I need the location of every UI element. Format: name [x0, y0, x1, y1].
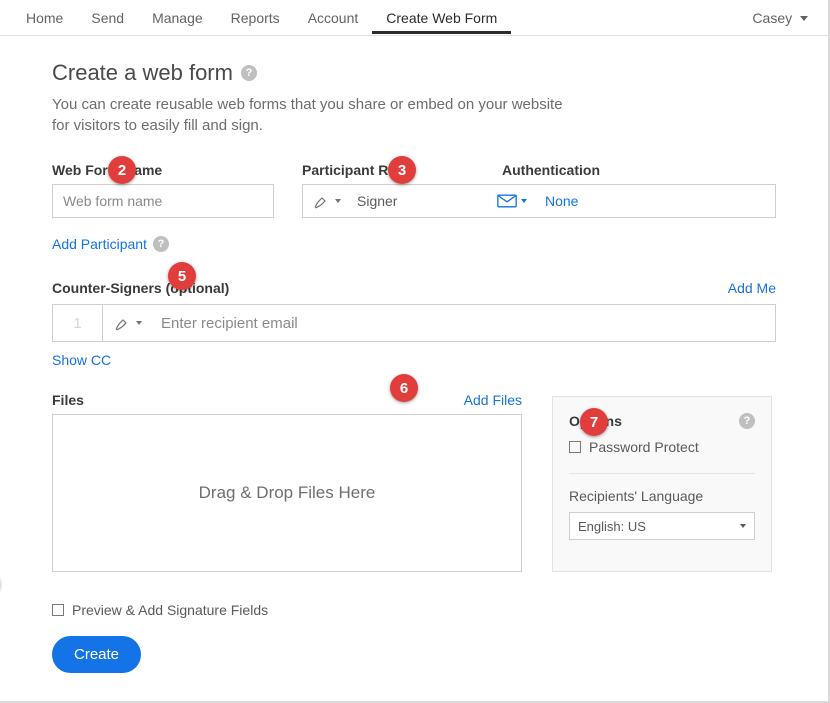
counter-signers-header: Counter-Signers (optional) Add Me [52, 280, 776, 296]
help-icon[interactable]: ? [153, 236, 169, 252]
callout-3: 3 [388, 156, 416, 184]
password-protect-label: Password Protect [589, 439, 699, 455]
envelope-icon [497, 194, 517, 208]
preview-signature-option[interactable]: Preview & Add Signature Fields [52, 602, 776, 618]
files-header: Files Add Files [52, 392, 522, 408]
page-title: Create a web form ? [52, 60, 257, 86]
language-value: English: US [578, 519, 646, 534]
nav-tab-account[interactable]: Account [294, 2, 373, 34]
role-value: Signer [351, 193, 491, 209]
files-section: Files Add Files Drag & Drop Files Here [52, 392, 522, 572]
label-web-form-name: Web Form Name [52, 162, 302, 178]
files-and-options: Files Add Files Drag & Drop Files Here O… [52, 392, 776, 572]
nav-tab-create-web-form[interactable]: Create Web Form [372, 2, 511, 34]
pen-icon [114, 314, 132, 332]
auth-value[interactable]: None [533, 193, 578, 209]
callout-5: 5 [168, 262, 196, 290]
nav-tab-home[interactable]: Home [12, 2, 77, 34]
callout-7: 7 [580, 408, 608, 436]
help-icon[interactable]: ? [739, 413, 755, 429]
password-protect-option[interactable]: Password Protect [569, 439, 755, 455]
chevron-down-icon [335, 199, 341, 203]
checkbox-icon [569, 441, 581, 453]
top-nav: Home Send Manage Reports Account Create … [0, 0, 828, 36]
role-auth-row: Signer None [302, 184, 776, 218]
user-name: Casey [752, 10, 792, 26]
show-cc-link[interactable]: Show CC [52, 352, 776, 368]
files-dropzone[interactable]: Drag & Drop Files Here [52, 414, 522, 572]
nav-tab-send[interactable]: Send [77, 2, 138, 34]
checkbox-icon [52, 604, 64, 616]
counter-signer-row: 1 Enter recipient email [52, 304, 776, 342]
recipients-language-label: Recipients' Language [569, 488, 755, 504]
page-title-text: Create a web form [52, 60, 233, 86]
recipients-language-select[interactable]: English: US [569, 512, 755, 540]
create-button[interactable]: Create [52, 636, 141, 673]
add-participant-text: Add Participant [52, 236, 147, 252]
counter-index: 1 [53, 305, 103, 341]
add-participant-link[interactable]: Add Participant ? [52, 236, 169, 252]
page: Home Send Manage Reports Account Create … [0, 0, 830, 703]
role-dropdown[interactable] [303, 192, 351, 210]
user-menu[interactable]: Casey [752, 10, 816, 26]
nav-tab-reports[interactable]: Reports [217, 2, 294, 34]
counter-role-dropdown[interactable] [103, 305, 153, 341]
chevron-down-icon [740, 524, 746, 528]
counter-signers-label: Counter-Signers (optional) [52, 280, 229, 296]
chevron-down-icon [800, 16, 808, 21]
chevron-down-icon [136, 321, 142, 325]
pen-icon [313, 192, 331, 210]
chevron-down-icon [521, 199, 527, 203]
nav-tab-manage[interactable]: Manage [138, 2, 217, 34]
page-description: You can create reusable web forms that y… [52, 94, 572, 136]
fields-row: Web form name Signer None [52, 184, 776, 218]
web-form-name-input[interactable]: Web form name [52, 184, 274, 218]
auth-dropdown[interactable] [491, 194, 533, 208]
divider [569, 473, 755, 474]
content: Create a web form ? You can create reusa… [0, 36, 828, 681]
help-icon[interactable]: ? [241, 65, 257, 81]
files-label: Files [52, 392, 84, 408]
callout-6: 6 [390, 374, 418, 402]
counter-email-input[interactable]: Enter recipient email [153, 305, 775, 341]
add-me-link[interactable]: Add Me [728, 280, 776, 296]
callout-2: 2 [108, 156, 136, 184]
label-authentication: Authentication [502, 162, 762, 178]
preview-signature-label: Preview & Add Signature Fields [72, 602, 268, 618]
add-files-link[interactable]: Add Files [464, 392, 522, 408]
